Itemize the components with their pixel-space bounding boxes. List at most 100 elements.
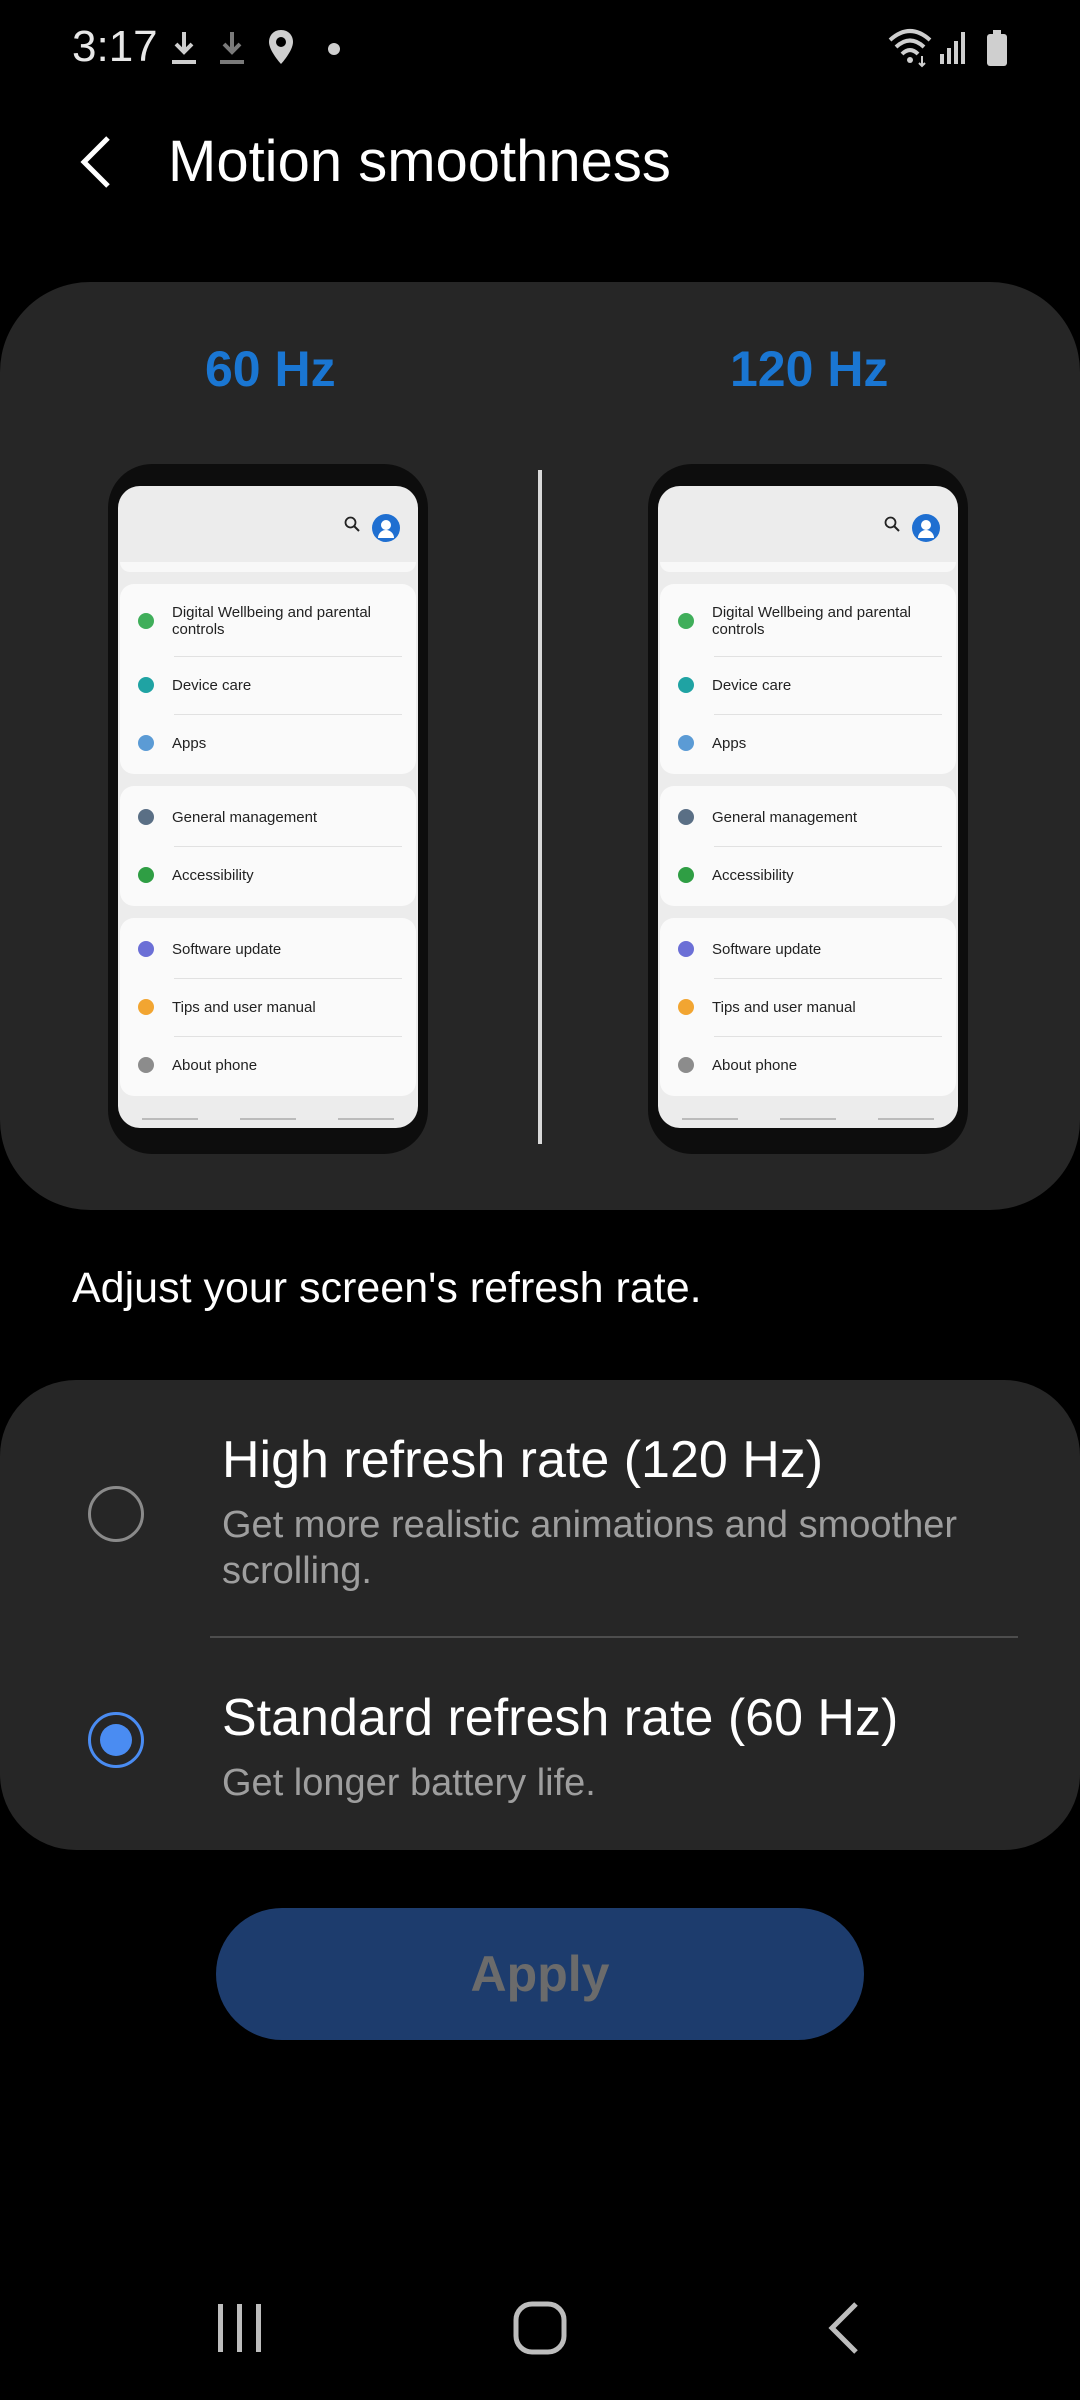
phone-settings-item: About phone [660,1036,956,1094]
option-subtitle: Get longer battery life. [222,1762,596,1804]
phone-settings-item-label: Apps [712,734,747,752]
software-update-icon [138,941,154,957]
download-icon [168,28,200,68]
apply-button[interactable]: Apply [216,1908,864,2040]
phone-settings-item-label: Device care [712,676,792,694]
page-title: Motion smoothness [168,129,671,194]
refresh-rate-options: High refresh rate (120 Hz) Get more real… [0,1380,1080,1850]
phone-screen-strip [120,562,416,572]
phone-settings-item-label: Tips and user manual [712,998,856,1016]
home-icon [510,2298,570,2363]
software-update-icon [678,941,694,957]
option-high-refresh-rate[interactable]: High refresh rate (120 Hz) Get more real… [0,1430,1080,1630]
phone-screen-strip [660,562,956,572]
phone-settings-group: Digital Wellbeing and parental controls D… [120,584,416,774]
phone-nav-line [780,1118,836,1120]
phone-preview-120hz: Digital Wellbeing and parental controls D… [648,464,968,1154]
phone-screen-nav [118,1118,418,1122]
phone-settings-item-label: Digital Wellbeing and parental controls [172,604,372,638]
sliders-icon [138,809,154,825]
phone-settings-item: Digital Wellbeing and parental controls [120,586,416,656]
option-standard-refresh-rate[interactable]: Standard refresh rate (60 Hz) Get longer… [0,1688,1080,1818]
preview-label-120hz: 120 Hz [730,341,889,397]
phone-settings-group: General management Accessibility [120,786,416,906]
recents-button[interactable] [180,2290,300,2370]
search-icon [884,516,900,537]
phone-settings-item-label: Device care [172,676,252,694]
phone-settings-item-label: General management [712,808,858,826]
phone-settings-item-label: General management [172,808,318,826]
phone-settings-item: Accessibility [120,846,416,904]
phone-settings-item-label: Accessibility [712,866,794,884]
description-text: Adjust your screen's refresh rate. [72,1264,702,1312]
back-nav-icon [824,2298,864,2363]
phone-settings-item-label: Software update [712,940,822,958]
refresh-rate-preview: 60 Hz 120 Hz Digital Wellbeing and paren… [0,282,1080,1210]
phone-settings-item-label: Accessibility [172,866,254,884]
phone-settings-item: Software update [660,920,956,978]
download-icon [216,28,248,68]
phone-nav-line [682,1118,738,1120]
home-button[interactable] [480,2290,600,2370]
phone-screen-header [658,486,958,562]
phone-settings-item: Apps [660,714,956,772]
back-button[interactable] [60,124,130,204]
wellbeing-icon [138,613,154,629]
phone-settings-item: Device care [120,656,416,714]
status-time: 3:17 [72,22,158,71]
phone-settings-item: Tips and user manual [660,978,956,1036]
phone-settings-item: Apps [120,714,416,772]
phone-settings-item-label: About phone [712,1056,798,1074]
option-subtitle: Get more realistic animations and smooth… [222,1504,957,1592]
phone-settings-item-label: Software update [172,940,282,958]
phone-settings-item: Tips and user manual [120,978,416,1036]
phone-settings-item-label: Digital Wellbeing and parental controls [712,604,912,638]
phone-screen-nav [658,1118,958,1122]
wifi-icon [886,26,934,68]
radio-high-refresh-rate[interactable] [88,1486,144,1542]
recents-icon [210,2300,270,2361]
options-divider [210,1636,1018,1638]
info-icon [678,1057,694,1073]
signal-icon [938,28,968,66]
avatar [372,514,400,542]
info-icon [138,1057,154,1073]
phone-settings-group: General management Accessibility [660,786,956,906]
phone-screen: Digital Wellbeing and parental controls D… [118,486,418,1128]
phone-settings-item-label: Tips and user manual [172,998,316,1016]
preview-label-60hz: 60 Hz [205,341,336,397]
accessibility-icon [138,867,154,883]
phone-settings-group: Software update Tips and user manual About… [660,918,956,1096]
accessibility-icon [678,867,694,883]
bulb-icon [138,999,154,1015]
phone-settings-item: Accessibility [660,846,956,904]
nav-back-button[interactable] [784,2290,904,2370]
phone-screen: Digital Wellbeing and parental controls D… [658,486,958,1128]
phone-settings-group: Software update Tips and user manual About… [120,918,416,1096]
phone-settings-item: General management [120,788,416,846]
phone-settings-item-label: Apps [172,734,207,752]
device-care-icon [678,677,694,693]
phone-preview-60hz: Digital Wellbeing and parental controls D… [108,464,428,1154]
phone-settings-item: General management [660,788,956,846]
phone-nav-line [240,1118,296,1120]
phone-settings-group: Digital Wellbeing and parental controls D… [660,584,956,774]
location-icon [266,28,296,68]
preview-divider [538,470,542,1144]
phone-nav-line [878,1118,934,1120]
phone-settings-item-label: About phone [172,1056,258,1074]
option-title: Standard refresh rate (60 Hz) [222,1689,899,1747]
phone-nav-line [142,1118,198,1120]
dot-icon [327,42,341,61]
option-title: High refresh rate (120 Hz) [222,1431,824,1489]
wellbeing-icon [678,613,694,629]
bulb-icon [678,999,694,1015]
radio-standard-refresh-rate[interactable] [88,1712,144,1768]
battery-icon [986,30,1008,68]
phone-settings-item: Digital Wellbeing and parental controls [660,586,956,656]
apps-icon [678,735,694,751]
avatar [912,514,940,542]
search-icon [344,516,360,537]
phone-settings-item: About phone [120,1036,416,1094]
device-care-icon [138,677,154,693]
